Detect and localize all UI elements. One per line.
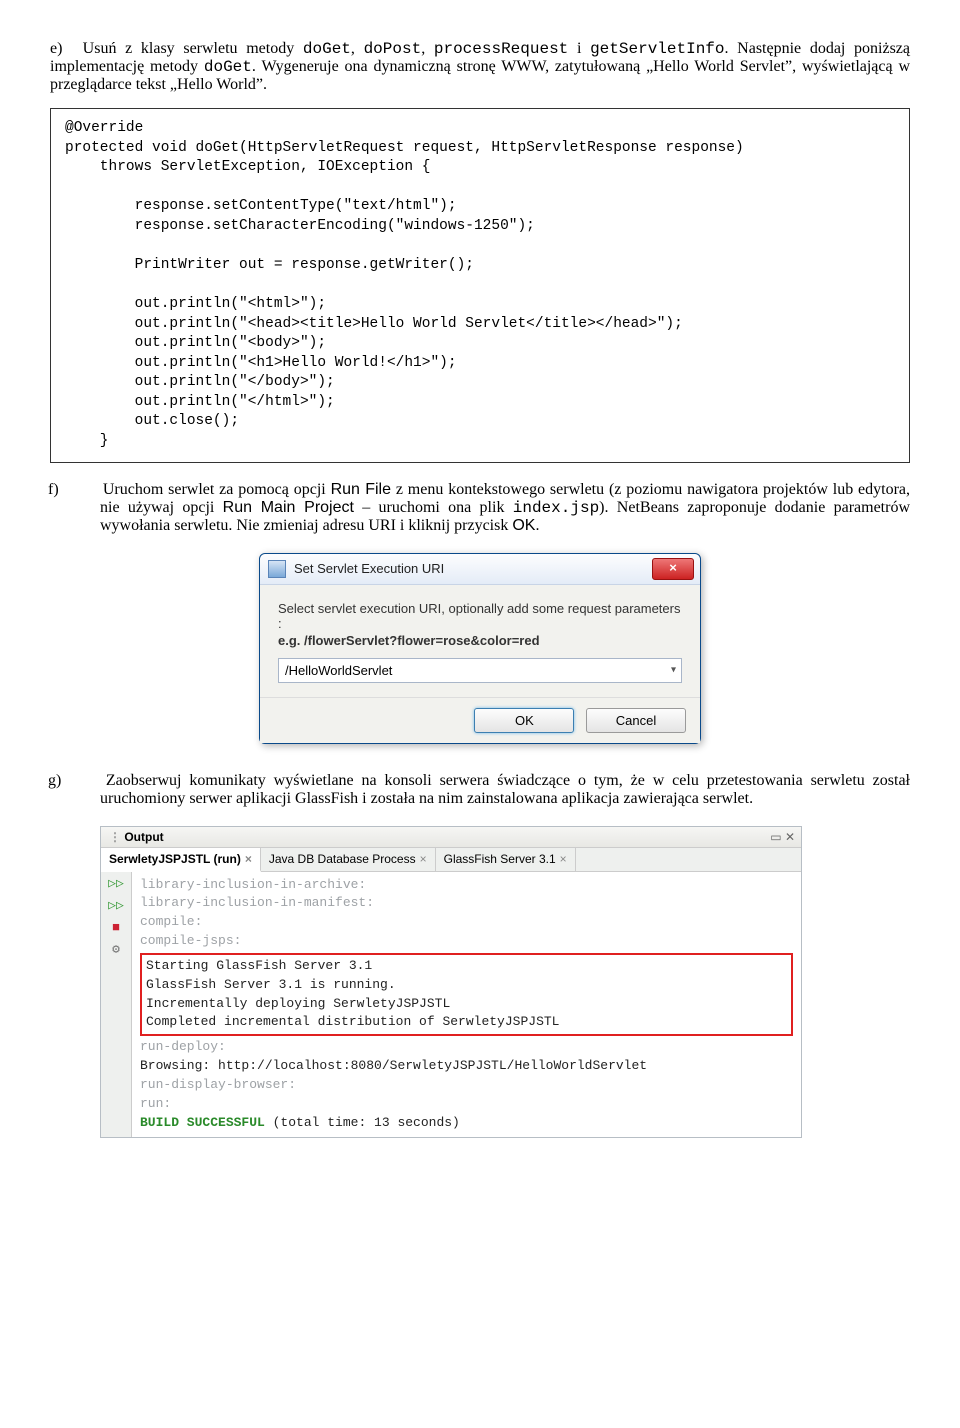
log-line: compile-jsps: — [140, 932, 793, 951]
code-inline: processRequest — [434, 40, 568, 58]
cancel-button[interactable]: Cancel — [586, 708, 686, 733]
close-button[interactable]: × — [652, 558, 694, 580]
text: . — [535, 517, 539, 534]
text: , — [421, 40, 434, 57]
ok-button[interactable]: OK — [474, 708, 574, 733]
dialog-titlebar: Set Servlet Execution URI × — [260, 554, 700, 585]
text: Usuń z klasy serwletu metody — [83, 40, 303, 57]
list-marker-f: f) — [74, 481, 98, 499]
dialog-hint: Select servlet execution URI, optionally… — [278, 601, 682, 631]
run-icon[interactable]: ▷▷ — [108, 876, 124, 892]
app-icon — [268, 560, 286, 578]
code-block: @Override protected void doGet(HttpServl… — [50, 108, 910, 463]
output-tabs: SerwletyJSPJSTL (run)× Java DB Database … — [101, 848, 801, 872]
list-item-f: f) Uruchom serwlet za pomocą opcji Run F… — [50, 481, 910, 535]
stop-icon[interactable]: ■ — [108, 920, 124, 936]
log-line: run-display-browser: — [140, 1076, 793, 1095]
highlight-box: Starting GlassFish Server 3.1 GlassFish … — [140, 953, 793, 1036]
log-line: compile: — [140, 913, 793, 932]
gear-icon[interactable]: ⚙ — [108, 942, 124, 958]
text: Uruchom serwlet za pomocą opcji — [103, 481, 331, 498]
log-line: run: — [140, 1095, 793, 1114]
output-figure: ⋮ Output ▭ ✕ SerwletyJSPJSTL (run)× Java… — [50, 826, 910, 1138]
log-line: BUILD SUCCESSFUL (total time: 13 seconds… — [140, 1114, 793, 1133]
output-header: ⋮ Output ▭ ✕ — [101, 827, 801, 848]
dialog-title: Set Servlet Execution URI — [294, 561, 444, 576]
ui-label: Run Main Project — [223, 499, 354, 516]
uri-input[interactable] — [278, 658, 682, 683]
panel-controls[interactable]: ▭ ✕ — [770, 830, 795, 844]
tab-javadb[interactable]: Java DB Database Process× — [261, 848, 436, 871]
output-lines: library-inclusion-in-archive: library-in… — [132, 872, 801, 1137]
log-line: Starting GlassFish Server 3.1 — [146, 957, 787, 976]
output-panel: ⋮ Output ▭ ✕ SerwletyJSPJSTL (run)× Java… — [100, 826, 802, 1138]
log-line: Incrementally deploying SerwletyJSPJSTL — [146, 995, 787, 1014]
text: Zaobserwuj komunikaty wyświetlane na kon… — [100, 772, 910, 807]
tab-run[interactable]: SerwletyJSPJSTL (run)× — [101, 848, 261, 872]
chevron-down-icon[interactable]: ▾ — [671, 665, 676, 676]
log-line: run-deploy: — [140, 1038, 793, 1057]
log-line: Browsing: http://localhost:8080/Serwlety… — [140, 1057, 793, 1076]
list-item-e: e) Usuń z klasy serwletu metody doGet, d… — [50, 40, 910, 94]
dialog-example: e.g. /flowerServlet?flower=rose&color=re… — [278, 633, 682, 648]
dialog-body: Select servlet execution URI, optionally… — [260, 585, 700, 697]
code-inline: doGet — [303, 40, 351, 58]
code-inline: doGet — [204, 58, 252, 76]
text: , — [351, 40, 364, 57]
text: – uruchomi ona plik — [354, 499, 513, 516]
text: i — [568, 40, 590, 57]
output-gutter: ▷▷ ▷▷ ■ ⚙ — [101, 872, 132, 1137]
log-line: Completed incremental distribution of Se… — [146, 1013, 787, 1032]
dialog-figure: Set Servlet Execution URI × Select servl… — [50, 553, 910, 744]
close-icon[interactable]: × — [420, 852, 427, 866]
log-line: library-inclusion-in-archive: — [140, 876, 793, 895]
close-icon[interactable]: × — [245, 852, 252, 866]
uri-input-wrap[interactable]: ▾ — [278, 658, 682, 683]
dialog-window: Set Servlet Execution URI × Select servl… — [259, 553, 701, 744]
run-icon[interactable]: ▷▷ — [108, 898, 124, 914]
ui-label: Run File — [331, 481, 391, 498]
code-inline: getServletInfo — [590, 40, 724, 58]
log-line: library-inclusion-in-manifest: — [140, 894, 793, 913]
tab-glassfish[interactable]: GlassFish Server 3.1× — [436, 848, 576, 871]
close-icon[interactable]: × — [560, 852, 567, 866]
list-marker-g: g) — [74, 772, 98, 790]
list-item-g: g) Zaobserwuj komunikaty wyświetlane na … — [50, 772, 910, 808]
output-title: Output — [124, 830, 163, 844]
output-body: ▷▷ ▷▷ ■ ⚙ library-inclusion-in-archive: … — [101, 872, 801, 1137]
ui-label: OK — [512, 517, 535, 534]
dialog-buttons: OK Cancel — [260, 697, 700, 743]
list-marker-e: e) — [50, 40, 74, 58]
code-inline: index.jsp — [513, 499, 599, 517]
code-inline: doPost — [364, 40, 422, 58]
log-line: GlassFish Server 3.1 is running. — [146, 976, 787, 995]
